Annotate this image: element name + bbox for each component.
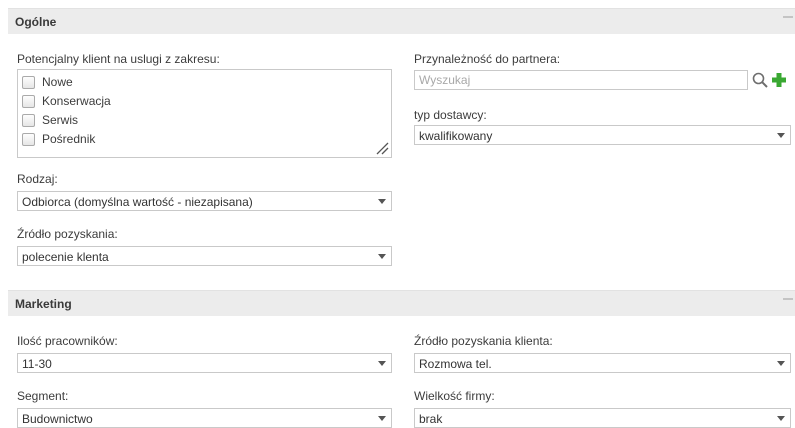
source-select[interactable]: polecenie klenta [17, 246, 392, 266]
checkbox-label: Pośrednik [42, 132, 96, 146]
segment-select[interactable]: Budownictwo [17, 408, 392, 428]
section-title-marketing: Marketing [15, 297, 72, 311]
chevron-down-icon [378, 254, 386, 259]
client-source-value: Rozmowa tel. [419, 357, 492, 371]
checkbox-label: Konserwacja [42, 94, 111, 108]
employees-value: 11-30 [22, 357, 52, 371]
company-size-select[interactable]: brak [414, 408, 791, 428]
services-label: Potencjalny klient na uslugi z zakresu: [17, 52, 220, 66]
checkbox[interactable] [22, 95, 35, 108]
section-title-general: Ogólne [15, 15, 57, 29]
client-source-label: Źródło pozyskania klienta: [414, 334, 553, 348]
supplier-type-label: typ dostawcy: [414, 108, 487, 122]
company-size-label: Wielkość firmy: [414, 389, 495, 403]
services-checkbox-list[interactable]: Nowe Konserwacja Serwis Pośrednik [17, 69, 392, 158]
source-value: polecenie klenta [22, 250, 109, 264]
checkbox[interactable] [22, 114, 35, 127]
checkbox-label: Nowe [42, 75, 73, 89]
chevron-down-icon [777, 361, 785, 366]
checkbox[interactable] [22, 133, 35, 146]
client-source-select[interactable]: Rozmowa tel. [414, 353, 791, 373]
chevron-down-icon [378, 361, 386, 366]
section-header-marketing[interactable]: Marketing [8, 290, 795, 316]
company-size-value: brak [419, 412, 443, 426]
collapse-icon[interactable] [783, 298, 793, 300]
partner-search-input[interactable] [414, 70, 748, 90]
chevron-down-icon [777, 416, 785, 421]
employees-label: Ilość pracowników: [17, 334, 118, 348]
source-label: Źródło pozyskania: [17, 227, 118, 241]
checkbox[interactable] [22, 76, 35, 89]
magnifier-icon[interactable] [751, 71, 769, 89]
kind-select[interactable]: Odbiorca (domyślna wartość - niezapisana… [17, 191, 392, 211]
employees-select[interactable]: 11-30 [17, 353, 392, 373]
section-header-general[interactable]: Ogólne [8, 8, 795, 34]
supplier-type-select[interactable]: kwalifikowany [414, 125, 791, 145]
checkbox-label: Serwis [42, 113, 79, 127]
segment-label: Segment: [17, 389, 69, 403]
segment-value: Budownictwo [22, 412, 93, 426]
collapse-icon[interactable] [783, 16, 793, 18]
supplier-type-value: kwalifikowany [419, 129, 493, 143]
resize-grip-icon[interactable] [375, 141, 389, 155]
chevron-down-icon [378, 199, 386, 204]
chevron-down-icon [378, 416, 386, 421]
partner-label: Przynależność do partnera: [414, 52, 561, 66]
kind-value: Odbiorca (domyślna wartość - niezapisana… [22, 195, 253, 209]
plus-icon[interactable] [770, 71, 788, 89]
chevron-down-icon [777, 133, 785, 138]
kind-label: Rodzaj: [17, 172, 58, 186]
